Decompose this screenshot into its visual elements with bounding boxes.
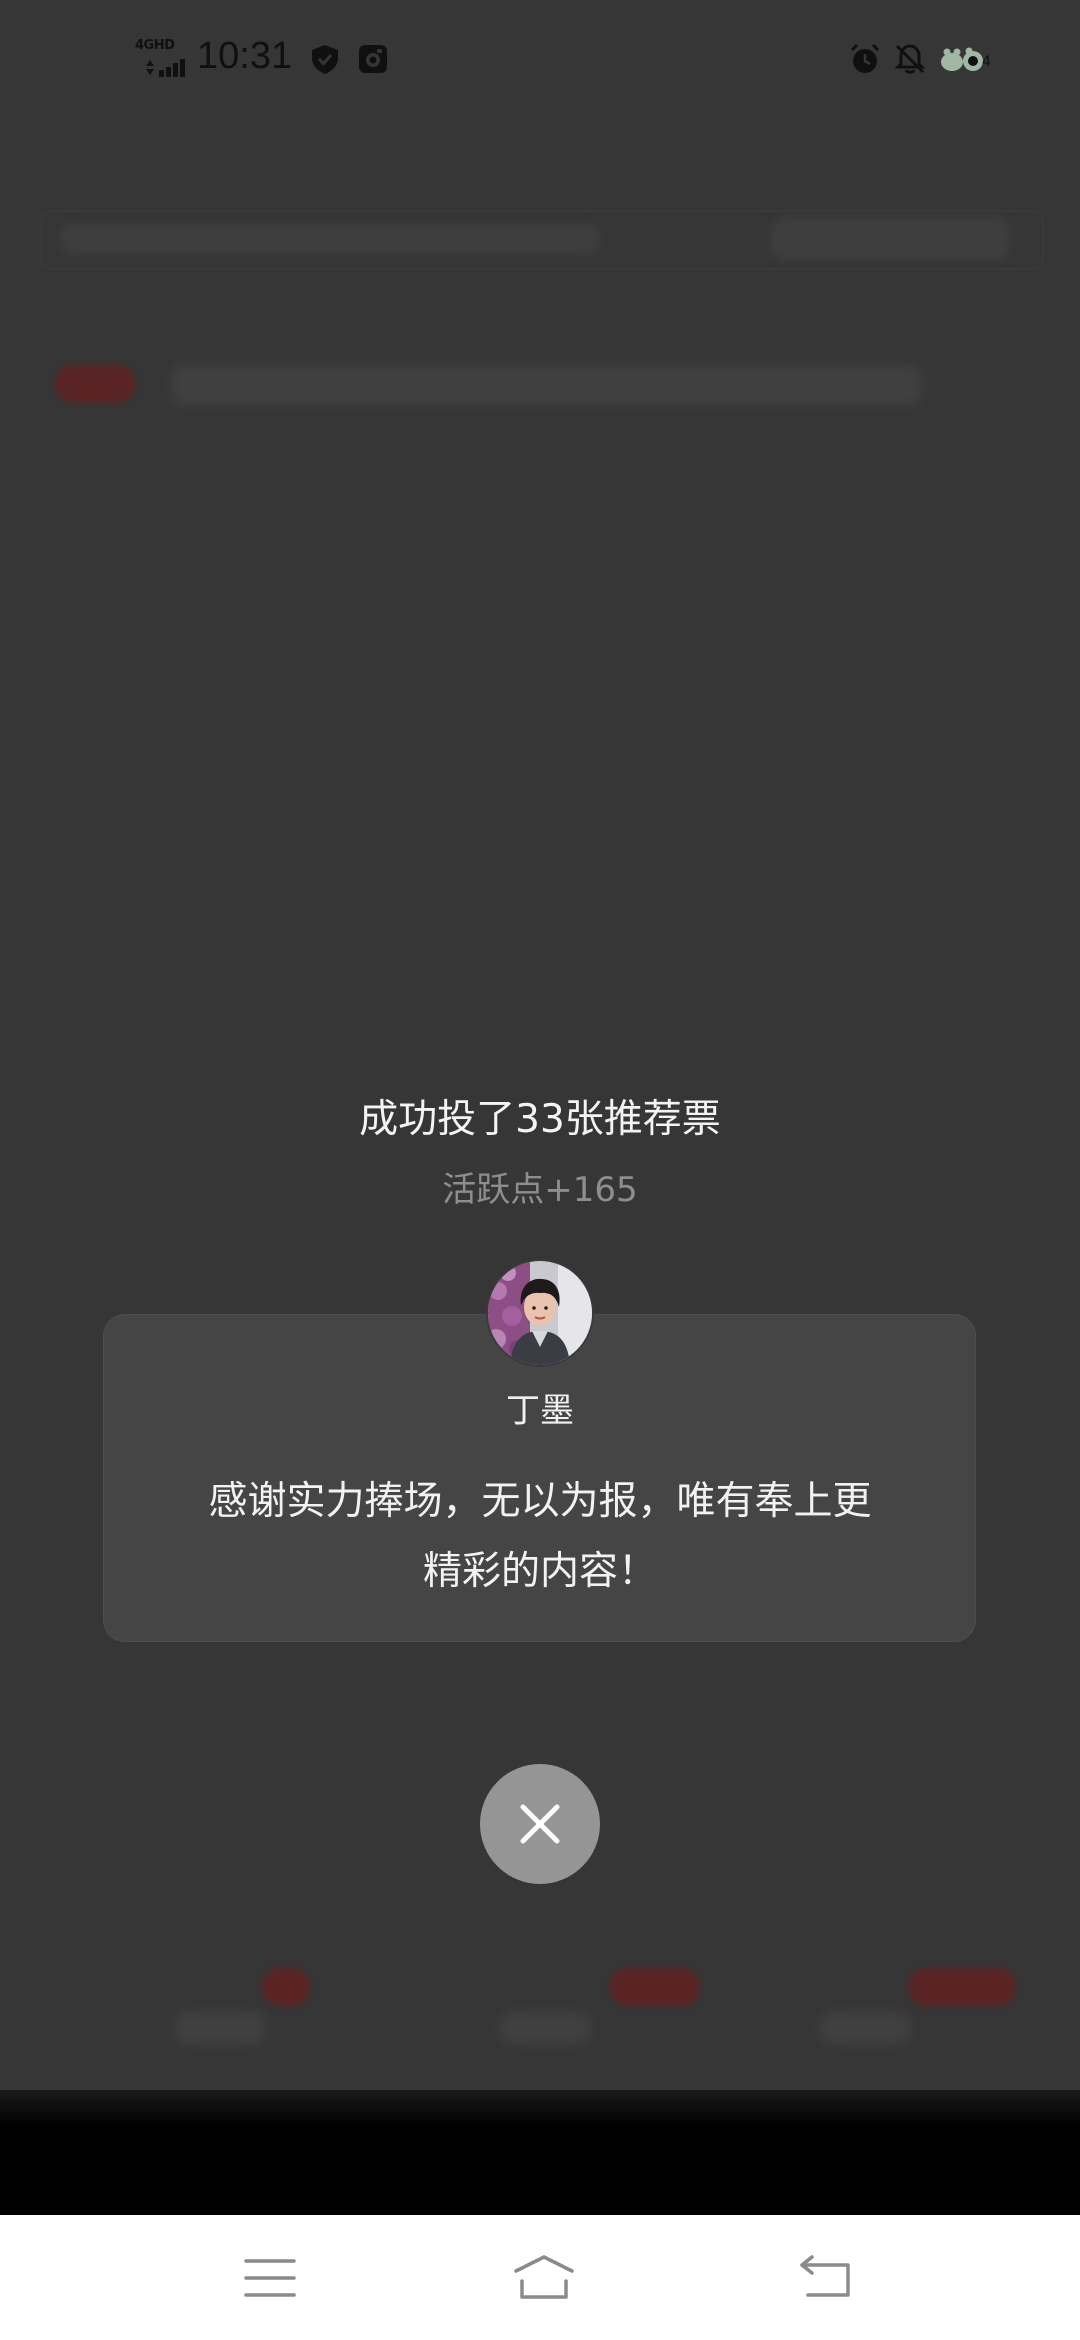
alarm-icon xyxy=(848,42,882,80)
status-bar: 4GHD 10:31 4 xyxy=(0,0,1080,120)
activity-points-text: 活跃点+165 xyxy=(442,1170,638,1210)
signal-icon: 4GHD xyxy=(135,38,191,80)
author-name: 丁墨 xyxy=(506,1391,574,1431)
background-tab-badge-2 xyxy=(610,1968,700,2006)
bell-off-icon xyxy=(893,42,927,80)
menu-button[interactable] xyxy=(230,2243,310,2313)
background-tab-badge-3 xyxy=(908,1968,1016,2006)
background-tab-label-1 xyxy=(175,2012,265,2044)
network-type: 4GHD xyxy=(135,38,175,53)
background-search-button xyxy=(770,218,1010,260)
background-bottom-fade xyxy=(0,2090,1080,2215)
gallery-icon xyxy=(356,42,390,80)
system-navigation-bar xyxy=(0,2215,1080,2340)
battery-icon: 4 xyxy=(938,42,994,80)
thanks-line-1: 感谢实力捧场，无以为报，唯有奉上更 xyxy=(208,1479,872,1524)
background-notice-text xyxy=(172,365,922,405)
background-search-text xyxy=(60,224,600,254)
menu-icon xyxy=(244,2259,296,2297)
status-time: 10:31 xyxy=(197,35,293,77)
thanks-line-2: 精彩的内容！ xyxy=(422,1549,657,1594)
back-icon xyxy=(800,2255,850,2297)
background-tab-label-3 xyxy=(820,2012,910,2044)
back-button[interactable] xyxy=(786,2243,866,2313)
background-red-badge xyxy=(55,365,135,403)
vote-success-title: 成功投了33张推荐票 xyxy=(359,1097,721,1142)
author-thanks-message: 感谢实力捧场，无以为报，唯有奉上更 精彩的内容！ xyxy=(170,1467,910,1607)
home-button[interactable] xyxy=(500,2243,580,2313)
svg-text:4: 4 xyxy=(982,54,991,70)
home-icon xyxy=(514,2255,574,2299)
shield-icon xyxy=(308,42,342,80)
close-icon xyxy=(520,1804,560,1844)
background-tab-badge-1 xyxy=(262,1968,310,2006)
close-button[interactable] xyxy=(480,1764,600,1884)
background-tab-label-2 xyxy=(500,2012,590,2044)
author-avatar xyxy=(486,1259,594,1367)
